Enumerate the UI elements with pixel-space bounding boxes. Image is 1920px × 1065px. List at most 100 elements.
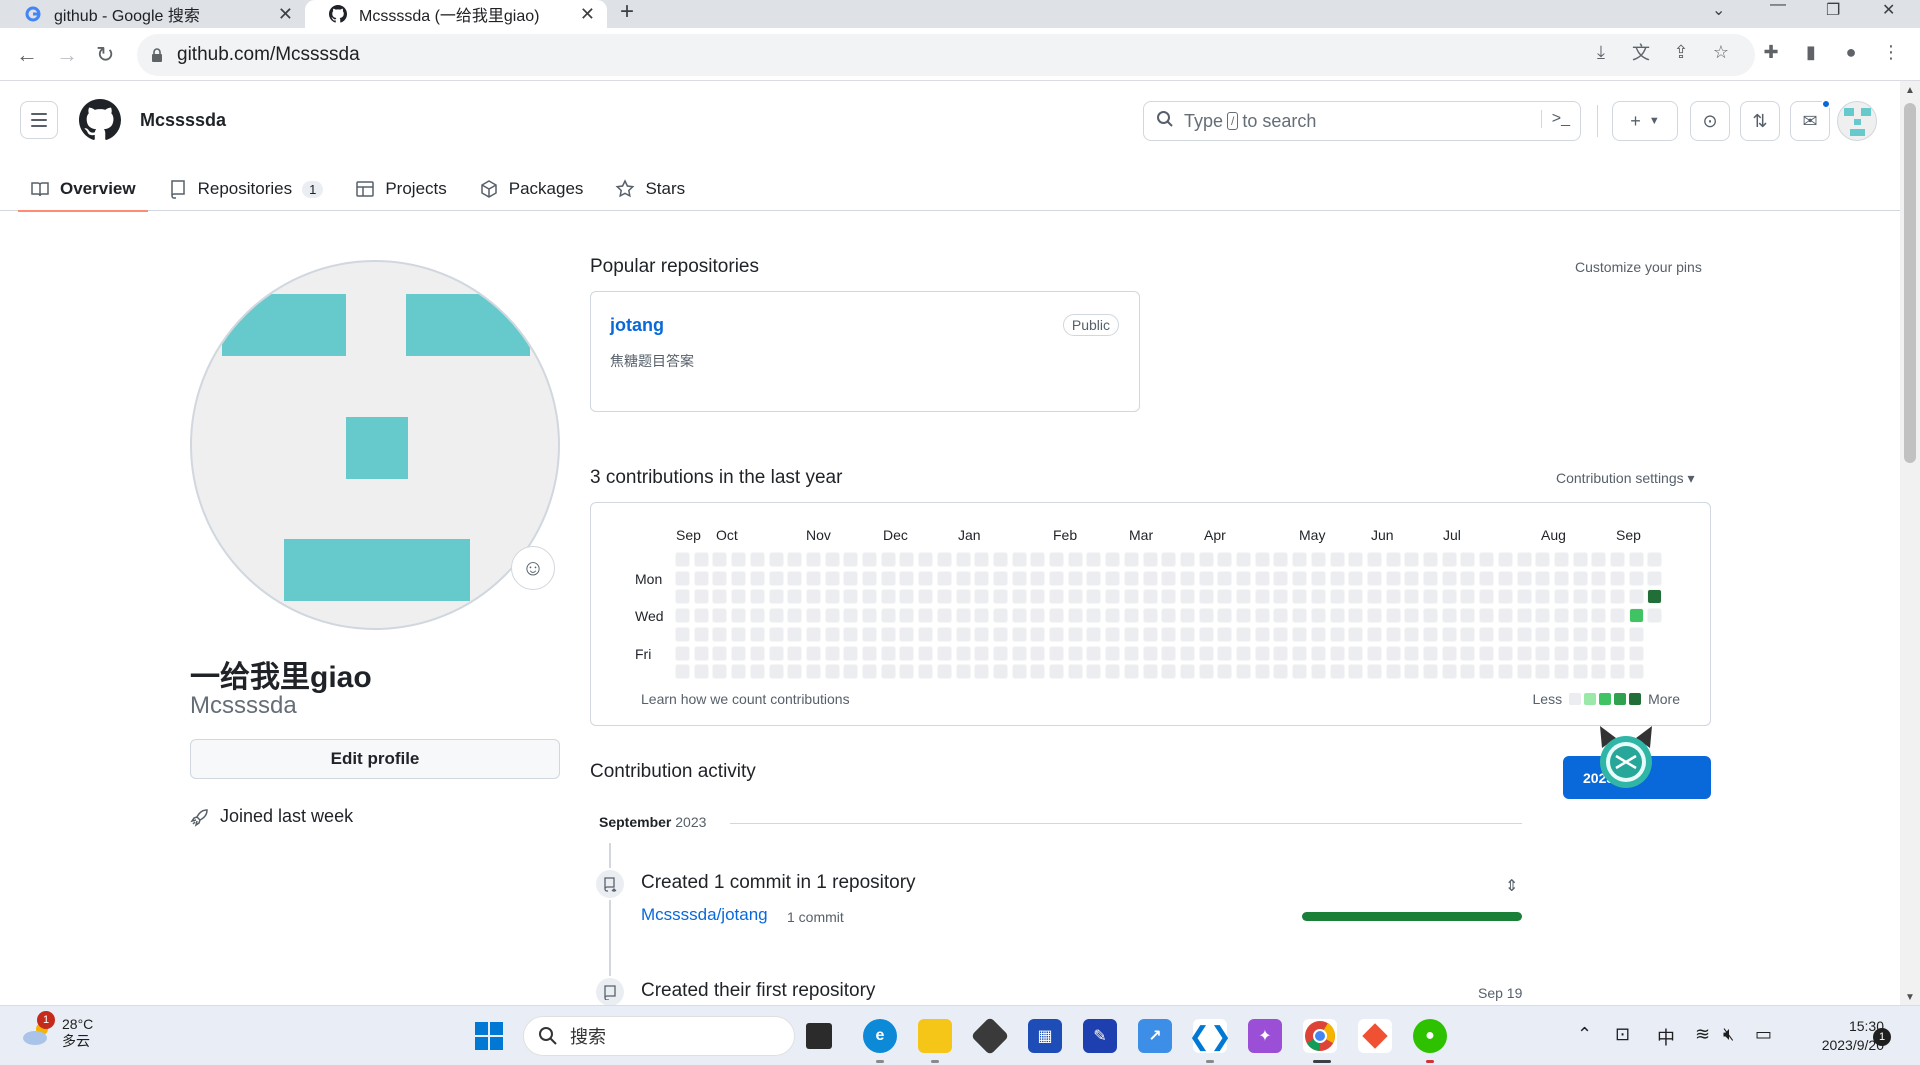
contribution-cell[interactable]	[805, 626, 821, 642]
contribution-cell[interactable]	[899, 626, 915, 642]
contribution-cell[interactable]	[880, 664, 896, 680]
contribution-cell[interactable]	[1366, 552, 1382, 567]
contribution-cell[interactable]	[1310, 664, 1326, 680]
contribution-cell[interactable]	[749, 589, 765, 605]
contribution-cell[interactable]	[1366, 645, 1382, 661]
contribution-cell[interactable]	[936, 552, 952, 567]
contribution-cell[interactable]	[974, 570, 990, 586]
contribution-cell[interactable]	[768, 552, 784, 567]
contribution-cell[interactable]	[675, 570, 690, 586]
contribution-cell[interactable]	[693, 570, 709, 586]
contribution-cell[interactable]	[1217, 664, 1233, 680]
contribution-cell[interactable]	[1179, 589, 1195, 605]
contribution-cell[interactable]	[1198, 664, 1214, 680]
contribution-cell[interactable]	[1553, 570, 1569, 586]
contribution-cell[interactable]	[843, 552, 859, 567]
wechat-icon[interactable]: ●	[1413, 1019, 1447, 1053]
contribution-cell[interactable]	[768, 589, 784, 605]
set-status-smiley-icon[interactable]: ☺	[511, 546, 555, 590]
contribution-cell[interactable]	[1049, 664, 1064, 680]
contribution-cell[interactable]	[805, 645, 821, 661]
contribution-cell[interactable]	[1142, 570, 1158, 586]
contribution-cell[interactable]	[1572, 664, 1588, 680]
contribution-cell[interactable]	[1236, 608, 1251, 624]
commit-count-link[interactable]: 1 commit	[787, 909, 844, 925]
contribution-cell[interactable]	[1310, 589, 1326, 605]
close-icon[interactable]: ✕	[278, 4, 293, 25]
contribution-cell[interactable]	[880, 645, 896, 661]
contribution-cell[interactable]	[787, 552, 803, 567]
contribution-cell[interactable]	[1479, 645, 1495, 661]
contribution-cell[interactable]	[1161, 664, 1177, 680]
contribution-cell[interactable]	[675, 664, 690, 680]
contribution-cell[interactable]	[1348, 608, 1364, 624]
contribution-cell[interactable]	[936, 608, 952, 624]
contribution-cell[interactable]	[1273, 608, 1289, 624]
contribution-cell[interactable]	[974, 608, 990, 624]
contribution-cell[interactable]	[880, 626, 896, 642]
contribution-cell[interactable]	[1161, 589, 1177, 605]
contribution-cell[interactable]	[1142, 626, 1158, 642]
omnibox[interactable]: github.com/Mcssssda	[137, 34, 1755, 76]
contribution-cell[interactable]	[1535, 570, 1551, 586]
command-palette-icon[interactable]: >_	[1540, 110, 1570, 128]
contribution-cell[interactable]	[1011, 664, 1027, 680]
contribution-cell[interactable]	[1067, 570, 1083, 586]
contribution-cell[interactable]	[1610, 570, 1625, 586]
contribution-cell[interactable]	[992, 626, 1008, 642]
contribution-cell[interactable]	[1441, 570, 1457, 586]
contribution-cell[interactable]	[1236, 570, 1251, 586]
contribution-cell[interactable]	[1236, 552, 1251, 567]
contribution-cell[interactable]	[1348, 626, 1364, 642]
contribution-cell[interactable]	[1516, 552, 1532, 567]
contribution-cell[interactable]	[1516, 626, 1532, 642]
contribution-cell[interactable]	[768, 645, 784, 661]
contribution-cell[interactable]	[824, 552, 840, 567]
contribution-cell[interactable]	[1105, 589, 1121, 605]
contribution-cell[interactable]	[1441, 589, 1457, 605]
contribution-cell[interactable]	[1591, 664, 1607, 680]
window-close-icon[interactable]: ✕	[1882, 0, 1895, 20]
contribution-cell[interactable]	[1423, 645, 1438, 661]
weather-widget[interactable]: 1 28°C 多云	[20, 1011, 93, 1050]
contribution-cell[interactable]	[1030, 626, 1046, 642]
contribution-cell[interactable]	[1273, 626, 1289, 642]
contribution-cell[interactable]	[862, 589, 877, 605]
contribution-cell[interactable]	[843, 608, 859, 624]
contribution-cell[interactable]	[731, 645, 747, 661]
contribution-cell[interactable]	[862, 570, 877, 586]
contribution-cell[interactable]	[1179, 570, 1195, 586]
back-icon[interactable]: ←	[16, 42, 38, 68]
contribution-cell[interactable]	[1610, 589, 1625, 605]
contribution-cell[interactable]	[899, 570, 915, 586]
contribution-cell[interactable]	[749, 570, 765, 586]
contribution-cell[interactable]	[955, 645, 971, 661]
contribution-cell[interactable]	[1067, 589, 1083, 605]
contribution-cell[interactable]	[1067, 552, 1083, 567]
contribution-cell[interactable]	[1105, 645, 1121, 661]
reload-icon[interactable]: ↻	[96, 42, 114, 68]
contribution-cell[interactable]	[731, 552, 747, 567]
task-view-icon[interactable]	[806, 1023, 832, 1049]
contribution-cell[interactable]	[1404, 570, 1420, 586]
contribution-cell[interactable]	[1310, 570, 1326, 586]
contribution-cell[interactable]	[1366, 664, 1382, 680]
contribution-cell[interactable]	[1572, 608, 1588, 624]
contribution-cell[interactable]	[1385, 645, 1401, 661]
contribution-cell[interactable]	[1404, 589, 1420, 605]
contribution-cell[interactable]	[1591, 645, 1607, 661]
contribution-cell[interactable]	[1273, 552, 1289, 567]
contribution-cell[interactable]	[1217, 645, 1233, 661]
contribution-cell[interactable]	[1404, 552, 1420, 567]
system-clock[interactable]: 15:30 2023/9/20	[1794, 1017, 1884, 1055]
restore-icon[interactable]: ❐	[1826, 0, 1840, 20]
contribution-cell[interactable]	[1086, 570, 1102, 586]
contribution-cell[interactable]	[1123, 608, 1139, 624]
contribution-cell[interactable]	[1479, 664, 1495, 680]
contribution-cell[interactable]	[992, 552, 1008, 567]
contribution-cell[interactable]	[712, 645, 728, 661]
contribution-cell[interactable]	[974, 626, 990, 642]
contribution-cell[interactable]	[1479, 570, 1495, 586]
contribution-cell[interactable]	[1479, 608, 1495, 624]
tab-search-icon[interactable]: ⌄	[1712, 0, 1725, 20]
